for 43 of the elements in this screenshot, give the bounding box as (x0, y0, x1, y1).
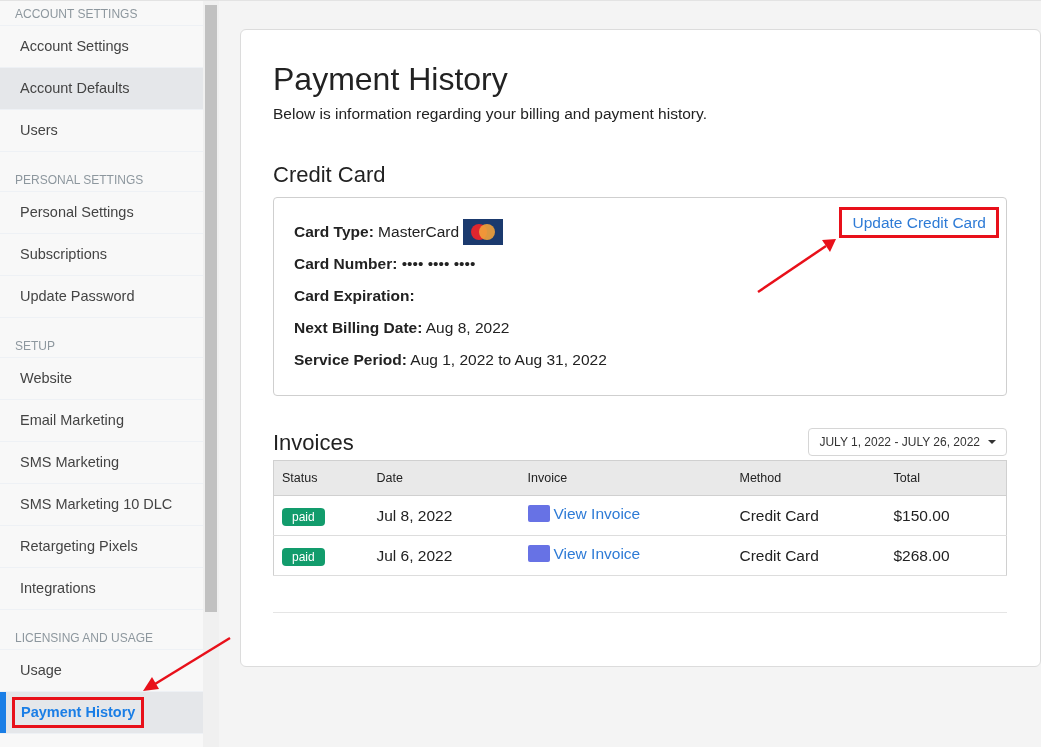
section-heading: Credit Card (273, 161, 387, 189)
sidebar-item[interactable]: Integrations (12, 573, 104, 604)
column-header: Date (368, 460, 520, 496)
table-cell: Credit Card (731, 535, 886, 576)
sidebar-item[interactable]: Retargeting Pixels (12, 531, 146, 562)
stripe-logo-icon (527, 545, 550, 563)
date-range-dropdown[interactable]: JULY 1, 2022 - JULY 26, 2022 (808, 428, 1007, 457)
detail-text: Next Billing Date: Aug 8, 2022 (294, 318, 510, 339)
sidebar-item[interactable]: Email Marketing (12, 405, 132, 436)
sidebar-item[interactable]: Update Password (12, 281, 143, 312)
sidebar-item[interactable]: Subscriptions (12, 239, 116, 270)
view-invoice-link[interactable]: View Invoice (553, 542, 641, 566)
table-cell: Credit Card (731, 495, 886, 536)
sidebar-item[interactable]: Personal Settings (12, 197, 142, 228)
sidebar-item[interactable]: SMS Marketing 10 DLC (12, 489, 181, 520)
sidebar-item[interactable]: Website (12, 363, 81, 394)
page-description: Below is information regarding your billing and payment history. (273, 104, 708, 125)
caret-icon (988, 440, 996, 445)
column-header: Invoice (519, 460, 732, 496)
table-cell: $150.00 (885, 495, 1007, 536)
sidebar-item[interactable]: Usage (12, 655, 70, 686)
table-cell: Jul 6, 2022 (368, 535, 520, 576)
detail-text: Card Expiration: (294, 286, 415, 307)
sidebar-item[interactable]: SMS Marketing (12, 447, 128, 478)
table-cell: Jul 8, 2022 (368, 495, 520, 536)
status-badge: paid (282, 547, 325, 566)
stripe-logo-icon (527, 505, 550, 523)
column-header: Total (885, 460, 1007, 496)
column-header: Status (273, 460, 369, 496)
scrollbar-thumb[interactable] (205, 5, 217, 612)
detail-text: Service Period: Aug 1, 2022 to Aug 31, 2022 (294, 350, 607, 371)
sidebar-item[interactable]: Users (12, 115, 66, 146)
page-title: Payment History (273, 60, 509, 99)
status-badge: paid (282, 507, 325, 526)
sidebar-item[interactable]: Account Settings (12, 31, 137, 62)
section-heading: Invoices (273, 429, 354, 457)
detail-text: Card Number: •••• •••• •••• (294, 254, 476, 275)
card-logo-icon (463, 219, 504, 246)
table-cell: $268.00 (885, 535, 1007, 576)
column-header: Method (731, 460, 886, 496)
view-invoice-link[interactable]: View Invoice (553, 502, 641, 526)
detail-text: Card Type: MasterCard (294, 222, 460, 243)
update-credit-card-link[interactable]: Update Credit Card (839, 207, 999, 239)
